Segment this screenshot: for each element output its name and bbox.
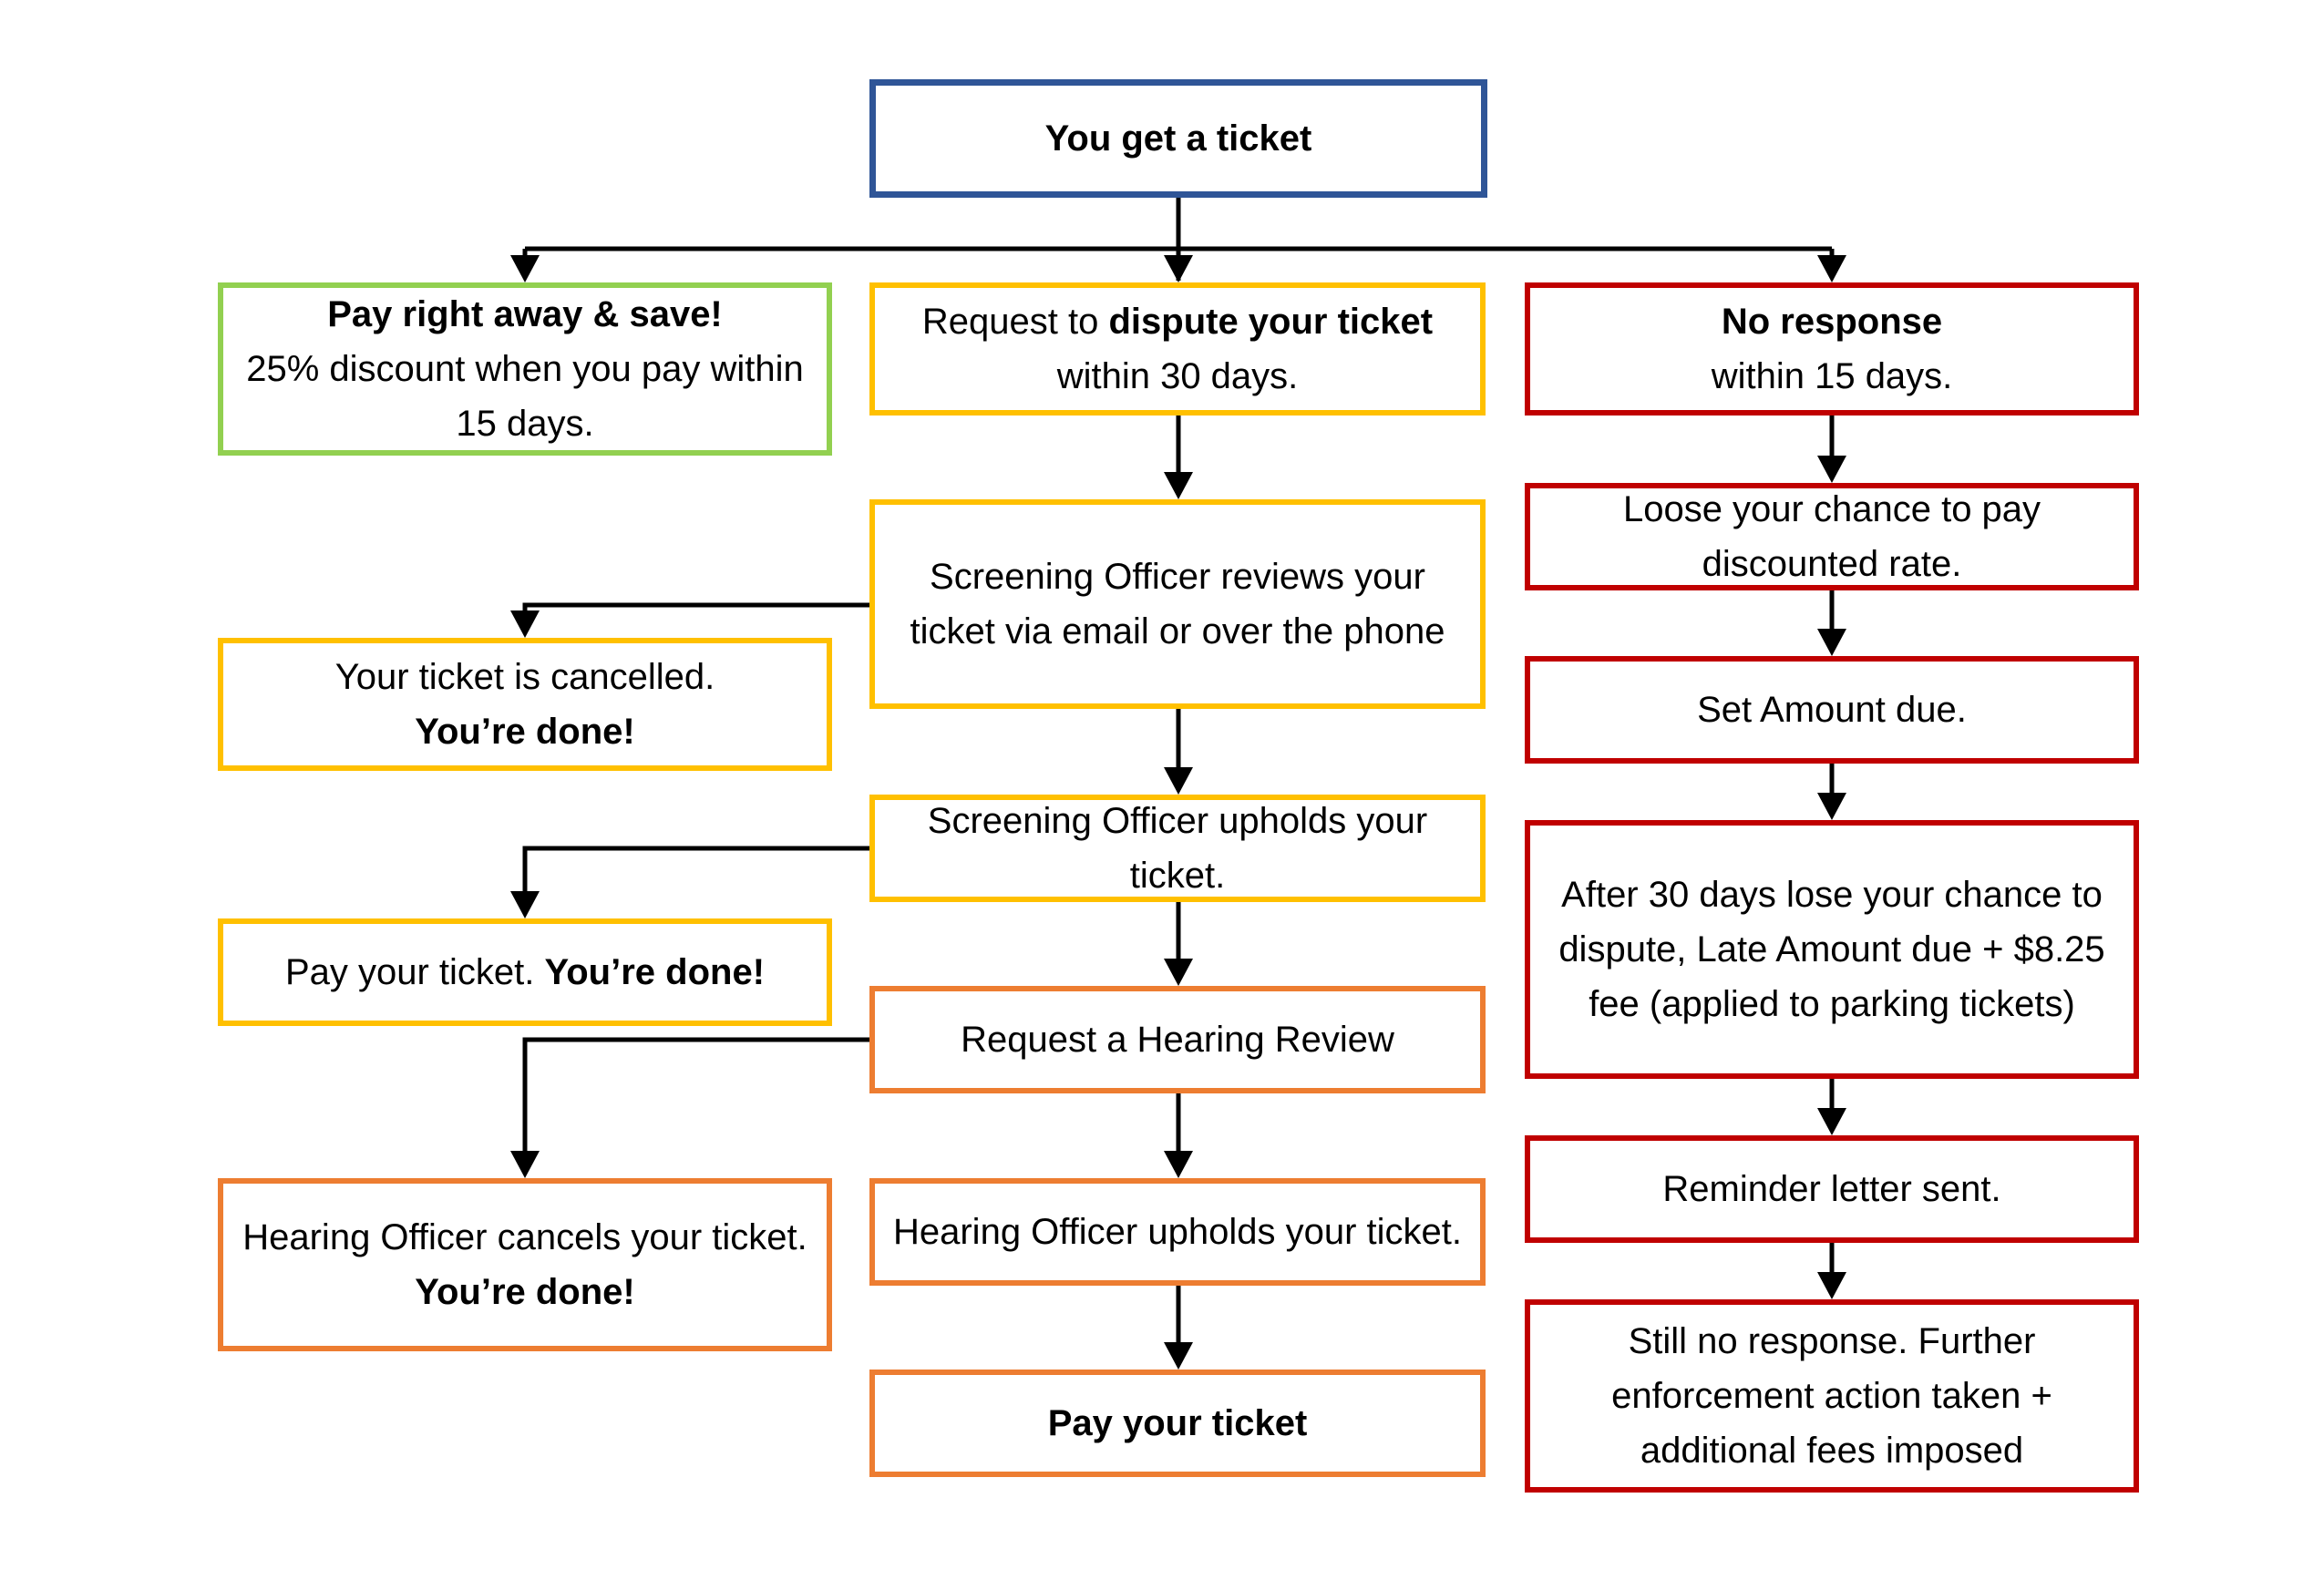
arrow-to-dispute — [1164, 255, 1193, 282]
connector-upholds-paydone — [522, 846, 869, 902]
node-hearing-upholds: Hearing Officer upholds your ticket. — [869, 1178, 1486, 1286]
node-hearing-request: Request a Hearing Review — [869, 986, 1486, 1093]
arrow-to-pay-ticket — [1164, 1342, 1193, 1370]
node-hearing-request-text: Request a Hearing Review — [961, 1020, 1394, 1060]
node-pay-ticket: Pay your ticket — [869, 1370, 1486, 1477]
node-dispute: Request to dispute your ticket within 30 … — [869, 282, 1486, 416]
node-late-amount: After 30 days lose your chance to disput… — [1525, 820, 2139, 1079]
node-dispute-text: within 30 days. — [1056, 356, 1299, 396]
node-no-response-text: within 15 days. — [1711, 356, 1953, 396]
node-lose-discount: Loose your chance to pay discounted rate… — [1525, 483, 2139, 590]
node-cancelled-done: You’re done! — [415, 712, 635, 752]
node-enforcement: Still no response. Further enforcement a… — [1525, 1299, 2139, 1493]
node-cancelled-text: Your ticket is cancelled. — [334, 657, 715, 697]
node-screening-review-text: Screening Officer reviews your ticket vi… — [910, 557, 1445, 651]
arrow-to-pay-done — [510, 891, 540, 918]
connector-hearing-cancels — [522, 1037, 869, 1162]
arrow-to-hearing-request — [1164, 959, 1193, 986]
node-pay-now-title: Pay right away & save! — [327, 294, 723, 334]
node-reminder-text: Reminder letter sent. — [1662, 1169, 2001, 1209]
arrow-to-hearing-upholds — [1164, 1151, 1193, 1178]
arrow-to-no-response — [1817, 255, 1846, 282]
node-pay-done-text: Pay your ticket. — [284, 952, 545, 992]
arrow-to-enforcement — [1817, 1272, 1846, 1299]
node-dispute-bold: dispute your ticket — [1108, 302, 1434, 342]
node-enforcement-text: Still no response. Further enforcement a… — [1611, 1321, 2052, 1471]
node-screening-upholds-text: Screening Officer upholds your ticket. — [927, 801, 1428, 896]
node-set-amount-text: Set Amount due. — [1697, 690, 1967, 730]
node-no-response: No response within 15 days. — [1525, 282, 2139, 416]
arrow-to-screening-review — [1164, 472, 1193, 499]
arrow-to-hearing-cancels — [510, 1151, 540, 1178]
node-hearing-cancels-text: Hearing Officer cancels your ticket. — [242, 1217, 807, 1257]
node-start-label: You get a ticket — [1044, 118, 1312, 159]
arrow-to-cancelled — [510, 610, 540, 638]
connector-review-cancelled — [522, 602, 869, 621]
arrow-to-pay-now — [510, 255, 540, 282]
node-no-response-title: No response — [1721, 302, 1943, 342]
node-pay-now: Pay right away & save! 25% discount when … — [218, 282, 832, 456]
node-dispute-pre: Request to — [921, 302, 1109, 342]
node-lose-discount-text: Loose your chance to pay discounted rate… — [1622, 489, 2041, 584]
node-screening-review: Screening Officer reviews your ticket vi… — [869, 499, 1486, 709]
arrow-to-lose-discount — [1817, 456, 1846, 483]
node-pay-done: Pay your ticket. You’re done! — [218, 918, 832, 1026]
node-pay-ticket-label: Pay your ticket — [1047, 1403, 1308, 1443]
node-pay-now-text: 25% discount when you pay within 15 days… — [246, 349, 804, 444]
node-pay-done-bold: You’re done! — [544, 952, 766, 992]
node-late-amount-text: After 30 days lose your chance to disput… — [1558, 875, 2105, 1024]
node-cancelled: Your ticket is cancelled. You’re done! — [218, 638, 832, 771]
node-hearing-upholds-text: Hearing Officer upholds your ticket. — [892, 1212, 1462, 1252]
node-set-amount: Set Amount due. — [1525, 656, 2139, 764]
arrow-to-reminder — [1817, 1108, 1846, 1135]
node-screening-upholds: Screening Officer upholds your ticket. — [869, 795, 1486, 902]
node-hearing-cancels: Hearing Officer cancels your ticket. You… — [218, 1178, 832, 1351]
arrow-to-screening-upholds — [1164, 767, 1193, 795]
node-start: You get a ticket — [869, 79, 1487, 198]
arrow-to-set-amount — [1817, 629, 1846, 656]
node-reminder: Reminder letter sent. — [1525, 1135, 2139, 1243]
arrow-to-late-amount — [1817, 793, 1846, 820]
node-hearing-cancels-bold: You’re done! — [415, 1272, 635, 1312]
